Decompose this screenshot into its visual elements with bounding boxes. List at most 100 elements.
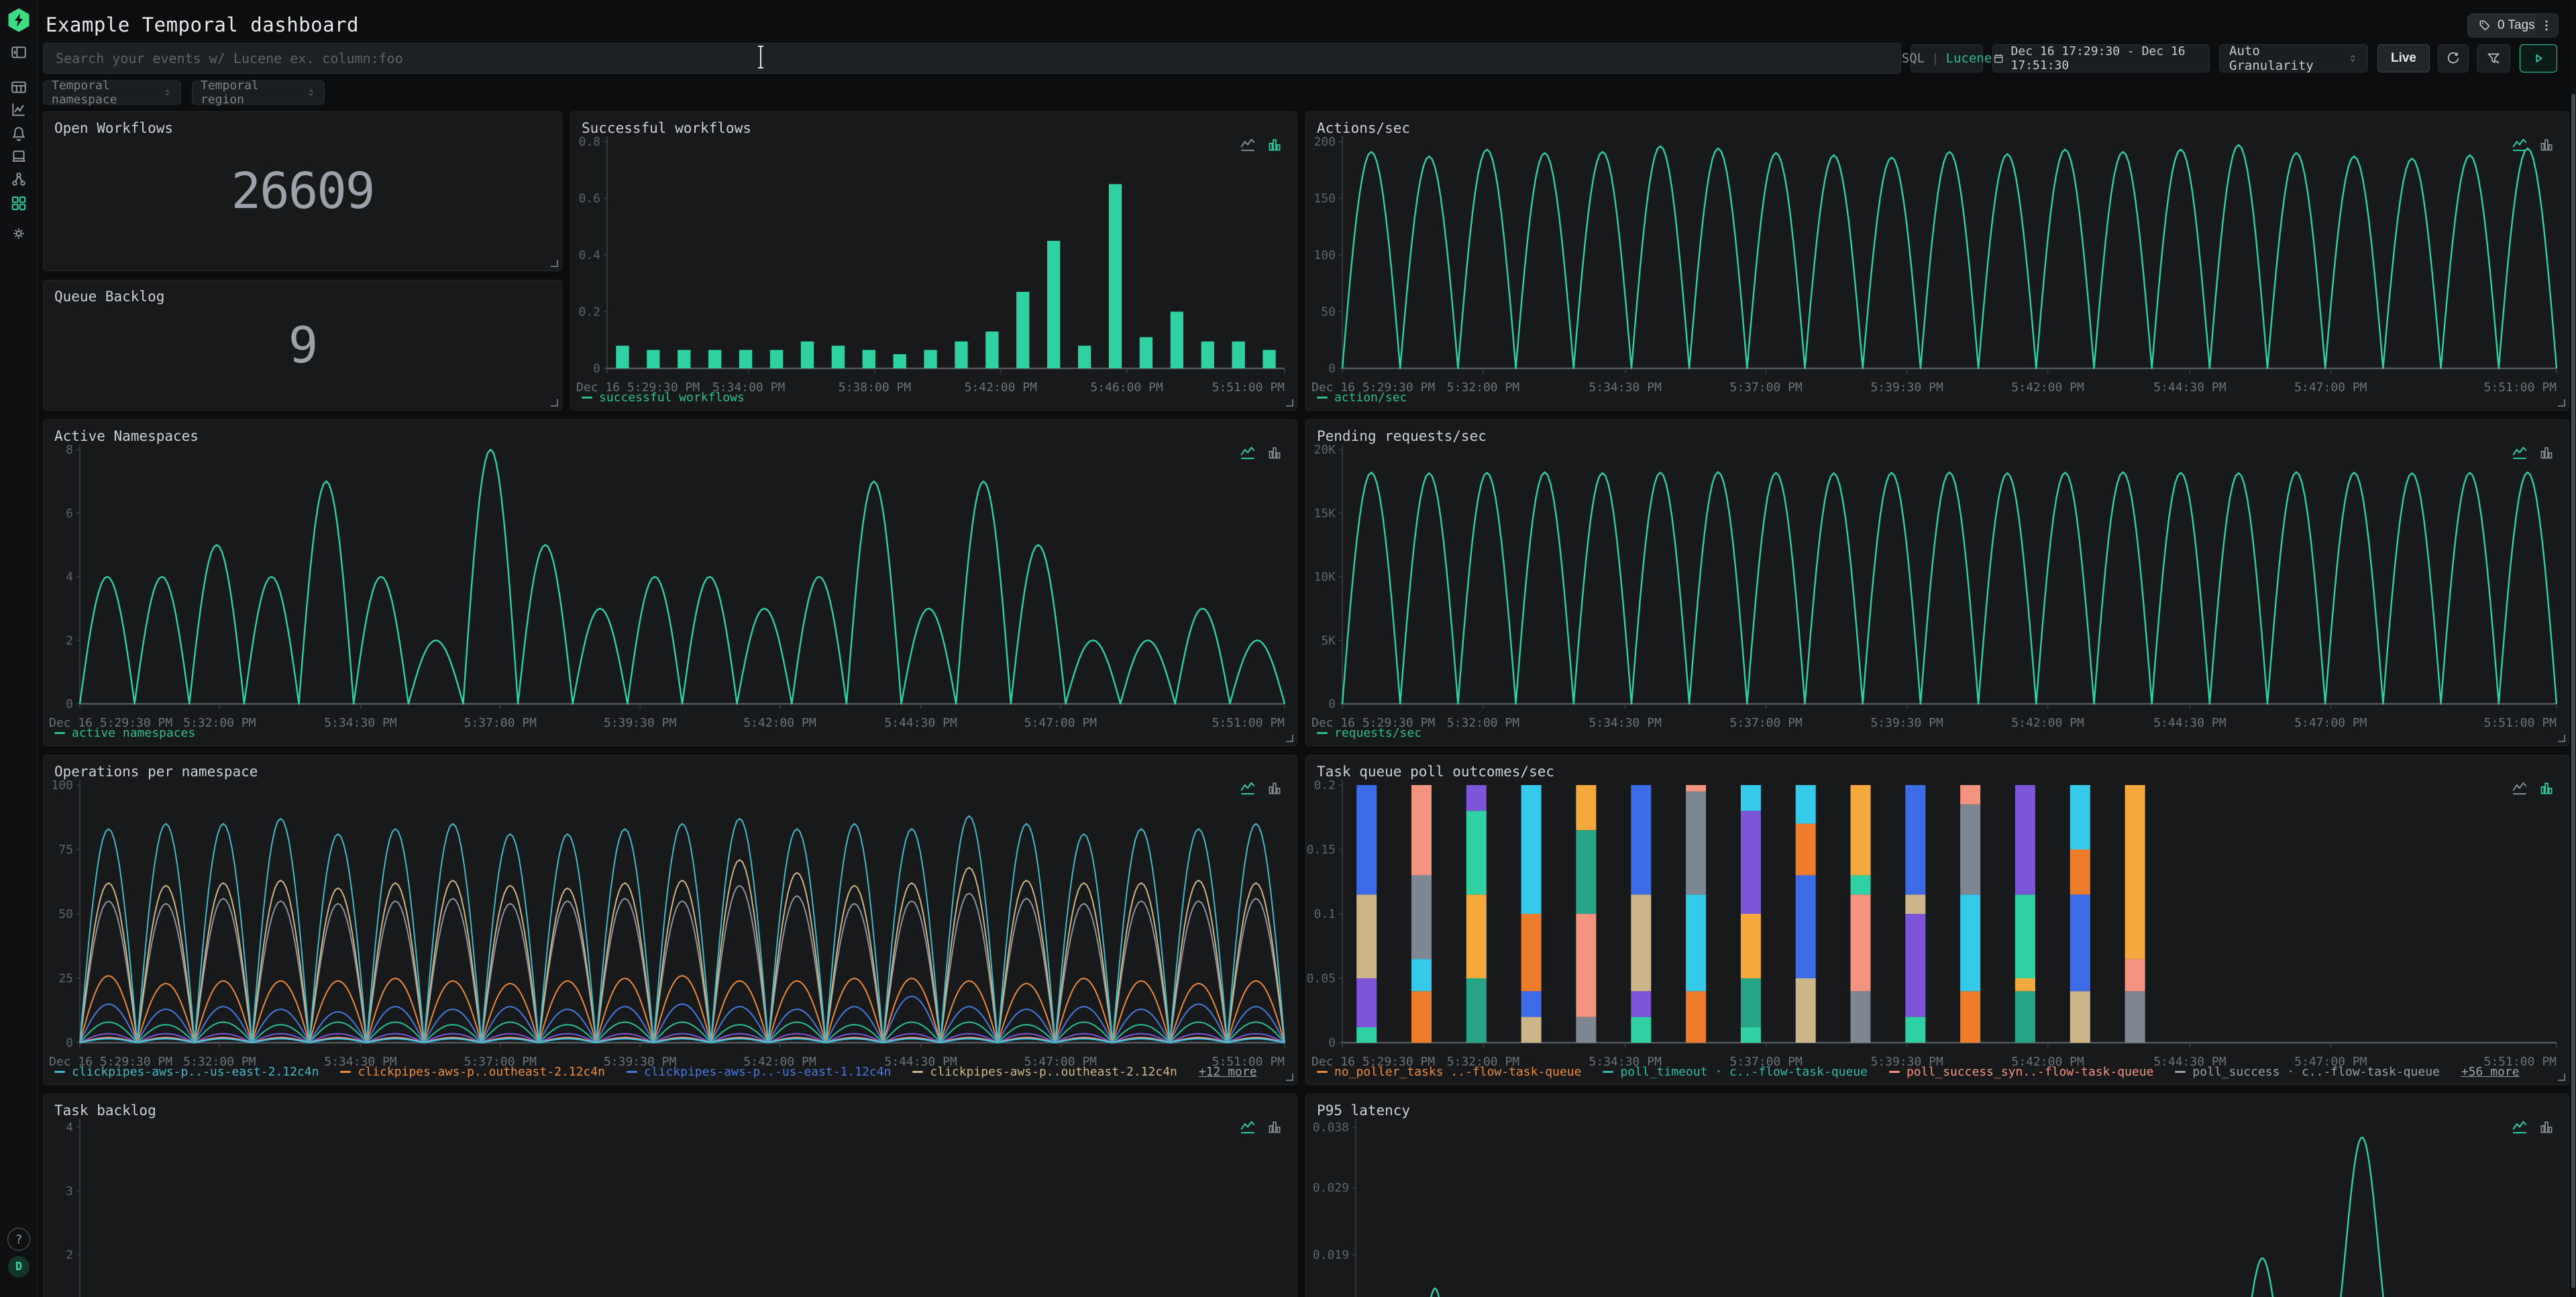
legend-item[interactable]: poll_timeout · c..-flow-task-queue	[1603, 1065, 1867, 1079]
svg-text:0.6: 0.6	[578, 192, 600, 206]
refresh-button[interactable]	[2438, 44, 2469, 72]
dashboards-icon[interactable]	[9, 193, 29, 213]
monitor-icon[interactable]	[9, 146, 29, 166]
granularity-select[interactable]: Auto Granularity	[2219, 44, 2368, 72]
scrollbar[interactable]	[2571, 0, 2576, 1297]
legend-item[interactable]: active namespaces	[54, 726, 195, 740]
svg-text:6: 6	[66, 507, 73, 521]
legend-item[interactable]: clickpipes-aws-p..outheast-2.12c4n	[340, 1065, 604, 1079]
date-range-picker[interactable]: Dec 16 17:29:30 - Dec 16 17:51:30	[1992, 44, 2210, 72]
line-chart-toggle-icon[interactable]	[2511, 780, 2528, 797]
resize-handle[interactable]	[551, 260, 558, 267]
line-chart-toggle-icon[interactable]	[2511, 136, 2528, 154]
tags-label: 0 Tags	[2498, 18, 2535, 33]
help-icon[interactable]: ?	[7, 1228, 30, 1251]
alerts-bell-icon[interactable]	[9, 123, 29, 144]
resize-handle[interactable]	[1286, 399, 1293, 407]
legend-item[interactable]: poll_success · c..-flow-task-queue	[2175, 1065, 2439, 1079]
settings-gear-icon[interactable]	[9, 223, 29, 244]
chart-explore-icon[interactable]	[9, 99, 29, 119]
panel-toggle-icon[interactable]	[9, 42, 29, 62]
svg-text:0.2: 0.2	[578, 305, 600, 319]
chart-task-backlog[interactable]: 432	[44, 1094, 1297, 1297]
chart-actions-sec[interactable]: 200150100500Dec 16 5:29:30 PM5:32:00 PM5…	[1306, 112, 2569, 410]
sql-mode-label[interactable]: SQL	[1902, 51, 1925, 66]
line-chart-toggle-icon[interactable]	[1239, 780, 1256, 797]
resize-handle[interactable]	[551, 399, 558, 407]
legend-more[interactable]: +56 more	[2461, 1065, 2520, 1079]
live-button[interactable]: Live	[2377, 44, 2430, 72]
run-query-button[interactable]	[2520, 44, 2557, 72]
line-chart-toggle-icon[interactable]	[1239, 1119, 1256, 1136]
line-chart-toggle-icon[interactable]	[2511, 1119, 2528, 1136]
granularity-label: Auto Granularity	[2229, 44, 2341, 73]
svg-text:5:47:00 PM: 5:47:00 PM	[2294, 716, 2367, 730]
chart-p95-latency[interactable]: 0.0380.0290.019	[1306, 1094, 2569, 1297]
line-chart-toggle-icon[interactable]	[1239, 136, 1256, 154]
legend-item[interactable]: successful workflows	[582, 391, 745, 405]
chart-successful-workflows[interactable]: 0.80.60.40.20Dec 16 5:29:30 PM5:34:00 PM…	[571, 112, 1297, 410]
bar-chart-toggle-icon[interactable]	[2538, 780, 2555, 797]
svg-text:0.029: 0.029	[1313, 1181, 1349, 1195]
legend-item[interactable]: poll_success_syn..-flow-task-queue	[1889, 1065, 2153, 1079]
svg-text:5:37:00 PM: 5:37:00 PM	[1730, 716, 1803, 730]
query-mode-toggle[interactable]: SQL | Lucene	[1911, 44, 1983, 72]
topology-icon[interactable]	[9, 169, 29, 189]
search-input[interactable]	[43, 43, 1901, 74]
legend-more[interactable]: +12 more	[1199, 1065, 1257, 1079]
svg-text:0: 0	[1328, 1036, 1336, 1050]
chart-pending-requests[interactable]: 20K15K10K5K0Dec 16 5:29:30 PM5:32:00 PM5…	[1306, 420, 2569, 745]
kebab-icon	[2540, 19, 2553, 32]
bar-chart-toggle-icon[interactable]	[1266, 1119, 1283, 1136]
legend-item[interactable]: action/sec	[1317, 391, 1407, 405]
temporal-namespace-select[interactable]: Temporal namespace	[43, 81, 181, 105]
line-chart-toggle-icon[interactable]	[2511, 444, 2528, 462]
panel-queue-backlog: Queue Backlog 9	[43, 280, 562, 411]
svg-text:5:39:30 PM: 5:39:30 PM	[604, 716, 677, 730]
resize-handle[interactable]	[1286, 1074, 1293, 1081]
filter-button[interactable]	[2477, 44, 2510, 72]
bar-chart-toggle-icon[interactable]	[1266, 136, 1283, 154]
chart-active-namespaces[interactable]: 86420Dec 16 5:29:30 PM5:32:00 PM5:34:30 …	[44, 420, 1297, 745]
bar-chart-toggle-icon[interactable]	[1266, 444, 1283, 462]
resize-handle[interactable]	[2558, 399, 2565, 407]
kebab-menu-button[interactable]	[2534, 13, 2559, 38]
line-chart-toggle-icon[interactable]	[1239, 444, 1256, 462]
lucene-mode-label[interactable]: Lucene	[1946, 51, 1992, 66]
resize-handle[interactable]	[2558, 1074, 2565, 1081]
chart-task-queue-poll[interactable]: 0.20.150.10.050Dec 16 5:29:30 PM5:32:00 …	[1306, 756, 2569, 1084]
bar-chart-toggle-icon[interactable]	[2538, 1119, 2555, 1136]
scrollbar-thumb[interactable]	[2571, 94, 2575, 1288]
user-avatar[interactable]: D	[8, 1256, 30, 1278]
table-icon[interactable]	[9, 77, 29, 97]
legend-item[interactable]: requests/sec	[1317, 726, 1421, 740]
svg-text:10K: 10K	[1313, 570, 1336, 584]
play-icon	[2531, 51, 2546, 66]
svg-text:5:42:00 PM: 5:42:00 PM	[2011, 716, 2084, 730]
resize-handle[interactable]	[2558, 735, 2565, 742]
chevron-updown-icon	[163, 87, 172, 98]
temporal-region-select[interactable]: Temporal region	[192, 81, 325, 105]
resize-handle[interactable]	[1286, 735, 1293, 742]
svg-text:4: 4	[66, 1121, 73, 1135]
chart-toggles	[2511, 136, 2555, 154]
svg-text:3: 3	[66, 1184, 73, 1198]
legend-item[interactable]: clickpipes-aws-p..outheast-2.12c4n	[912, 1065, 1177, 1079]
app-logo-icon[interactable]	[7, 8, 31, 32]
bar-chart-toggle-icon[interactable]	[1266, 780, 1283, 797]
svg-text:0.8: 0.8	[578, 135, 600, 149]
bar-chart-toggle-icon[interactable]	[2538, 444, 2555, 462]
legend-item[interactable]: no_poller_tasks ..-flow-task-queue	[1317, 1065, 1581, 1079]
legend-item[interactable]: clickpipes-aws-p..-us-east-2.12c4n	[54, 1065, 319, 1079]
svg-text:5:51:00 PM: 5:51:00 PM	[2484, 716, 2557, 730]
svg-text:5:32:00 PM: 5:32:00 PM	[1447, 380, 1520, 395]
chart-toggles	[1239, 136, 1283, 154]
chart-toggles	[1239, 1119, 1283, 1136]
panel-p95-latency: P95 latency 0.0380.0290.019	[1305, 1094, 2569, 1297]
chart-operations-per-namespace[interactable]: 1007550250Dec 16 5:29:30 PM5:32:00 PM5:3…	[44, 756, 1297, 1084]
legend-item[interactable]: clickpipes-aws-p..-us-east-1.12c4n	[627, 1065, 891, 1079]
svg-text:0.05: 0.05	[1307, 972, 1336, 986]
bar-chart-toggle-icon[interactable]	[2538, 136, 2555, 154]
temporal-dashboard-app: ? D Example Temporal dashboard 0 Tags SQ…	[0, 0, 2576, 1297]
panel-title: Task queue poll outcomes/sec	[1317, 764, 1554, 780]
